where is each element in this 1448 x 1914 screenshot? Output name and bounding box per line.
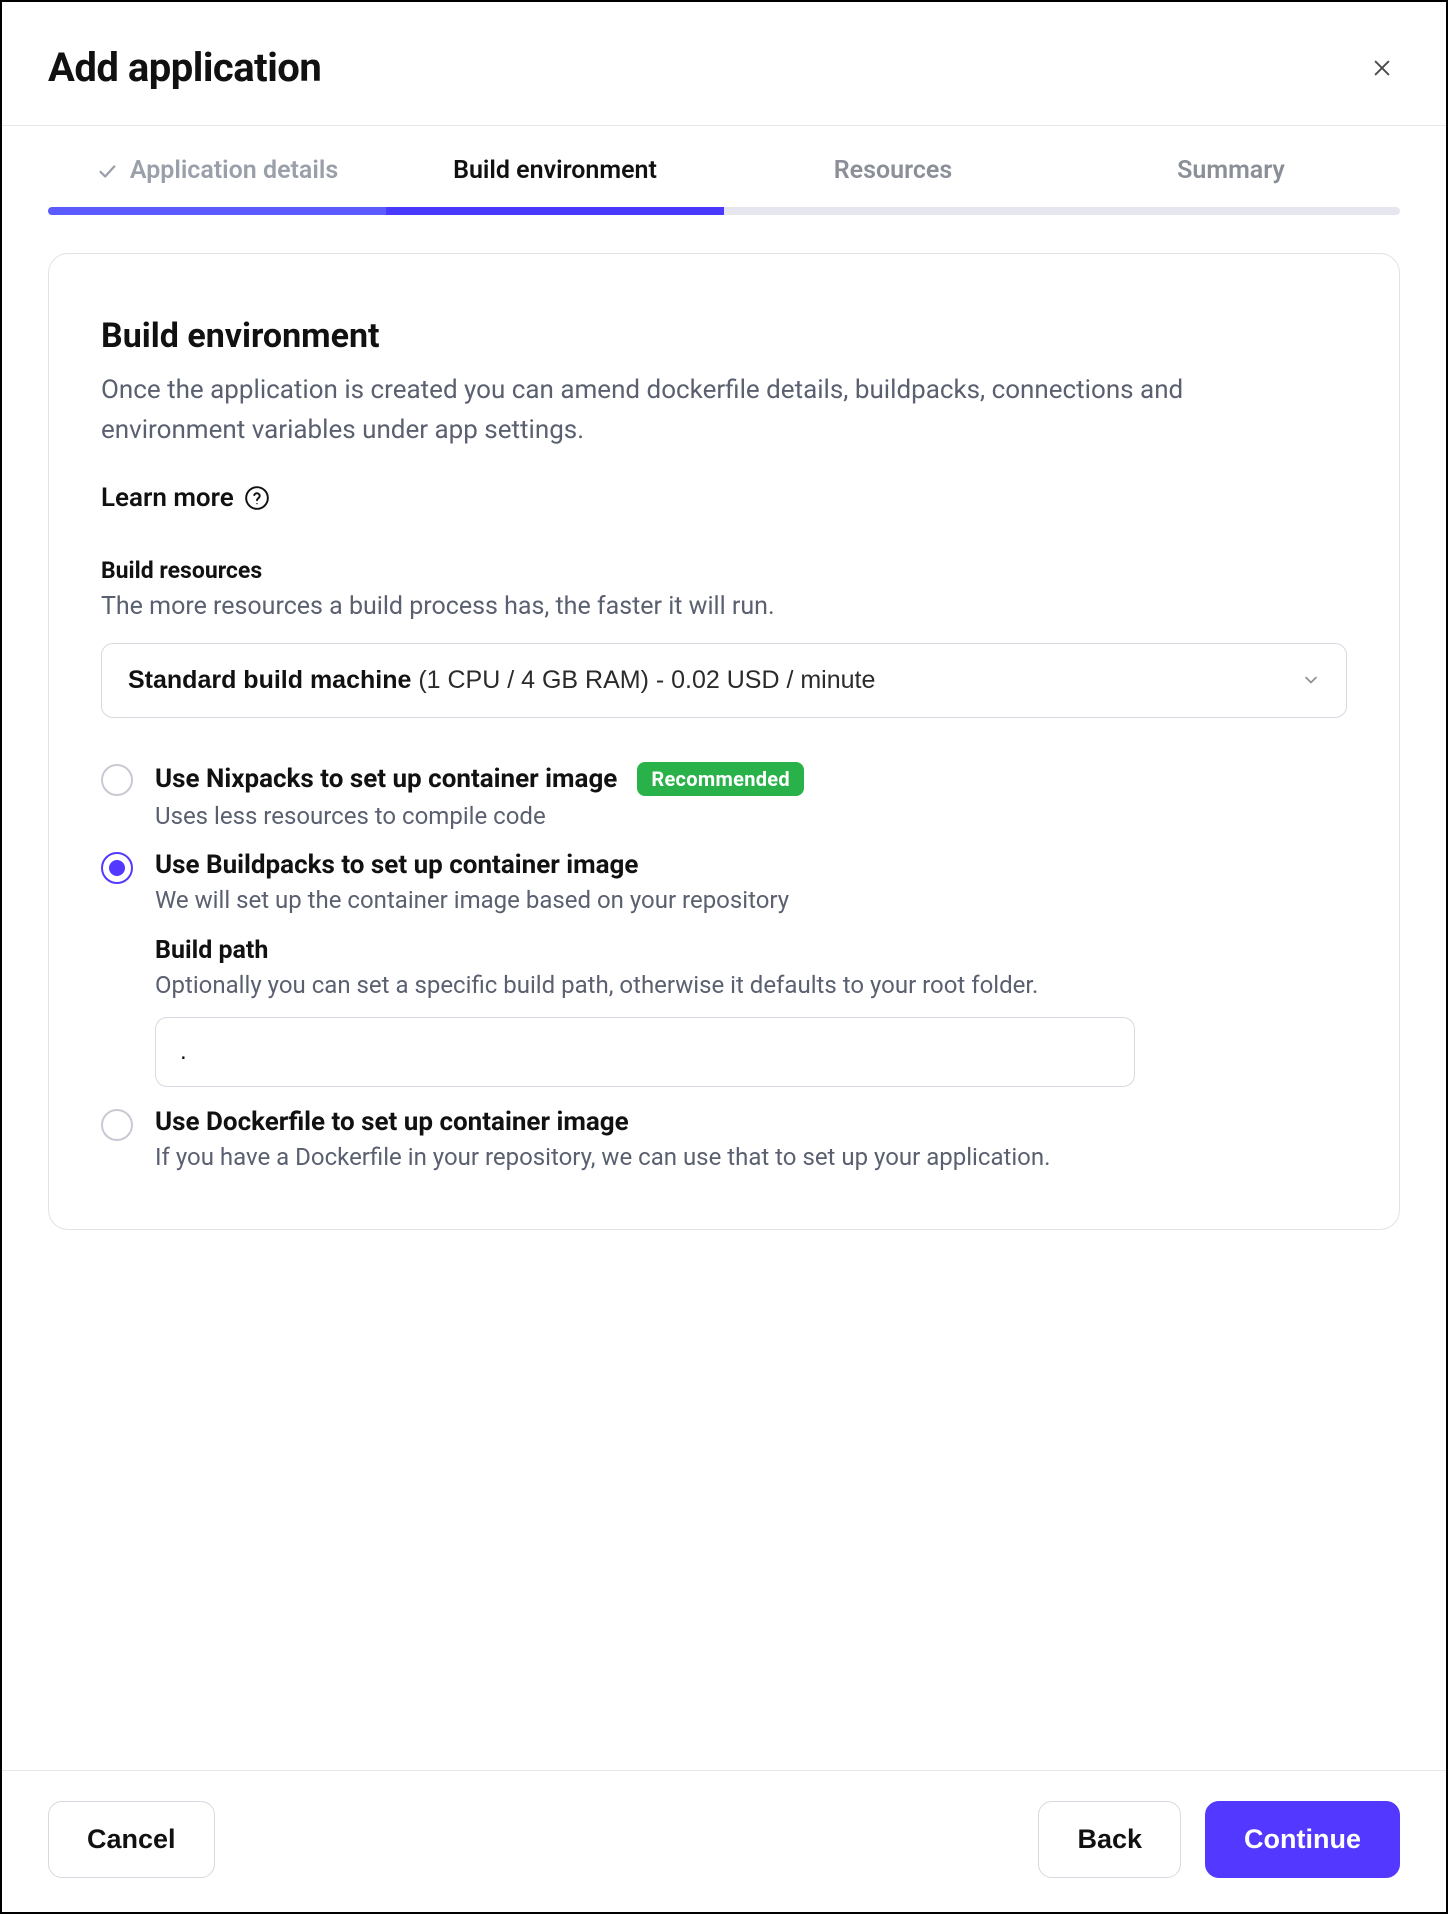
option-title-row: Use Buildpacks to set up container image: [155, 850, 1347, 880]
build-path-title: Build path: [155, 936, 1347, 965]
option-title: Use Buildpacks to set up container image: [155, 850, 638, 880]
build-machine-select[interactable]: Standard build machine (1 CPU / 4 GB RAM…: [101, 643, 1347, 718]
close-icon: [1371, 57, 1393, 79]
radio-buildpacks[interactable]: [101, 852, 133, 884]
build-resources-description: The more resources a build process has, …: [101, 592, 1347, 621]
check-icon: [96, 160, 118, 182]
progress-completed-segment: [48, 207, 386, 215]
select-value-rest: (1 CPU / 4 GB RAM) - 0.02 USD / minute: [411, 666, 875, 694]
option-title: Use Nixpacks to set up container image: [155, 764, 617, 794]
radio-dockerfile[interactable]: [101, 1109, 133, 1141]
radio-nixpacks[interactable]: [101, 764, 133, 796]
learn-more-label: Learn more: [101, 483, 234, 513]
build-path-section: Build path Optionally you can set a spec…: [155, 936, 1347, 1087]
option-body: Use Buildpacks to set up container image…: [155, 850, 1347, 1087]
dialog-footer: Cancel Back Continue: [2, 1770, 1446, 1912]
learn-more-link[interactable]: Learn more: [101, 483, 270, 513]
build-machine-select-wrap: Standard build machine (1 CPU / 4 GB RAM…: [101, 643, 1347, 718]
build-environment-card: Build environment Once the application i…: [48, 253, 1400, 1230]
option-description: Uses less resources to compile code: [155, 802, 1347, 830]
back-button[interactable]: Back: [1038, 1801, 1181, 1878]
footer-right-group: Back Continue: [1038, 1801, 1400, 1878]
option-body: Use Nixpacks to set up container image R…: [155, 762, 1347, 830]
option-buildpacks: Use Buildpacks to set up container image…: [101, 850, 1347, 1087]
build-resources-heading: Build resources: [101, 557, 1347, 584]
section-description: Once the application is created you can …: [101, 370, 1301, 451]
step-label: Build environment: [453, 156, 657, 185]
option-title: Use Dockerfile to set up container image: [155, 1107, 629, 1137]
progress-active-segment: [386, 207, 724, 215]
option-title-row: Use Dockerfile to set up container image: [155, 1107, 1347, 1137]
continue-button[interactable]: Continue: [1205, 1801, 1400, 1878]
step-application-details[interactable]: Application details: [48, 156, 386, 207]
build-path-input[interactable]: [155, 1017, 1135, 1087]
option-nixpacks: Use Nixpacks to set up container image R…: [101, 762, 1347, 830]
option-body: Use Dockerfile to set up container image…: [155, 1107, 1347, 1171]
option-description: We will set up the container image based…: [155, 886, 1347, 914]
step-label: Resources: [834, 156, 952, 185]
step-label: Application details: [130, 156, 338, 185]
step-resources[interactable]: Resources: [724, 156, 1062, 207]
option-title-row: Use Nixpacks to set up container image R…: [155, 762, 1347, 796]
help-icon: [244, 485, 270, 511]
recommended-badge: Recommended: [637, 762, 804, 796]
build-path-description: Optionally you can set a specific build …: [155, 971, 1347, 999]
step-label: Summary: [1177, 156, 1285, 185]
container-image-radio-group: Use Nixpacks to set up container image R…: [101, 762, 1347, 1171]
dialog-header: Add application: [2, 2, 1446, 125]
option-dockerfile: Use Dockerfile to set up container image…: [101, 1107, 1347, 1171]
wizard-steps: Application details Build environment Re…: [2, 126, 1446, 207]
step-build-environment[interactable]: Build environment: [386, 156, 724, 207]
section-title: Build environment: [101, 316, 1347, 356]
step-summary[interactable]: Summary: [1062, 156, 1400, 207]
progress-track: [48, 207, 1400, 215]
card-container: Build environment Once the application i…: [2, 215, 1446, 1770]
option-description: If you have a Dockerfile in your reposit…: [155, 1143, 1347, 1171]
close-button[interactable]: [1364, 50, 1400, 86]
cancel-button[interactable]: Cancel: [48, 1801, 215, 1878]
select-value-bold: Standard build machine: [128, 666, 411, 694]
dialog-title: Add application: [48, 44, 321, 91]
